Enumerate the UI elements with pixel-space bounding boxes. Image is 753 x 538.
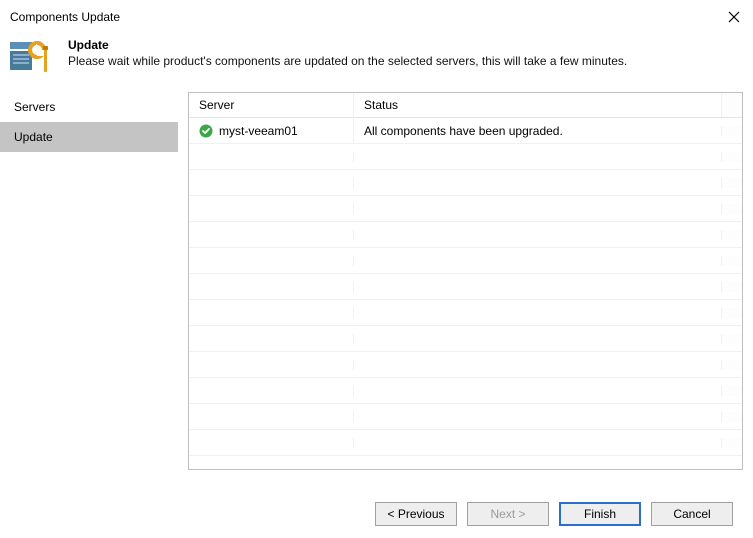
column-header-server[interactable]: Server (189, 93, 354, 117)
status-text: All components have been upgraded. (354, 119, 721, 143)
column-header-spacer (721, 93, 742, 117)
table-header: Server Status (189, 93, 742, 118)
close-button[interactable] (725, 8, 743, 26)
success-icon (199, 124, 213, 138)
wizard-sidebar: Servers Update (0, 92, 178, 470)
page-subtitle: Please wait while product's components a… (68, 54, 743, 68)
close-icon (728, 11, 740, 23)
table-row-empty (189, 352, 742, 378)
table-row-empty (189, 326, 742, 352)
update-icon (10, 36, 52, 78)
dialog-header: Update Please wait while product's compo… (0, 30, 753, 92)
dialog-footer: < Previous Next > Finish Cancel (0, 490, 753, 538)
table-row-empty (189, 144, 742, 170)
next-button: Next > (467, 502, 549, 526)
table-row-empty (189, 274, 742, 300)
table-row-empty (189, 430, 742, 456)
sidebar-item-update[interactable]: Update (0, 122, 178, 152)
window-title: Components Update (10, 10, 120, 24)
sidebar-item-servers[interactable]: Servers (0, 92, 178, 122)
column-header-status[interactable]: Status (354, 93, 721, 117)
table-row[interactable]: myst-veeam01 All components have been upg… (189, 118, 742, 144)
server-name: myst-veeam01 (219, 124, 298, 138)
page-title: Update (68, 38, 743, 52)
table-row-empty (189, 404, 742, 430)
table-row-empty (189, 300, 742, 326)
table-row-empty (189, 222, 742, 248)
update-table: Server Status myst-veeam01 All components… (188, 92, 743, 470)
table-row-empty (189, 170, 742, 196)
cancel-button[interactable]: Cancel (651, 502, 733, 526)
table-row-empty (189, 196, 742, 222)
previous-button[interactable]: < Previous (375, 502, 457, 526)
finish-button[interactable]: Finish (559, 502, 641, 526)
table-row-empty (189, 378, 742, 404)
table-row-empty (189, 248, 742, 274)
